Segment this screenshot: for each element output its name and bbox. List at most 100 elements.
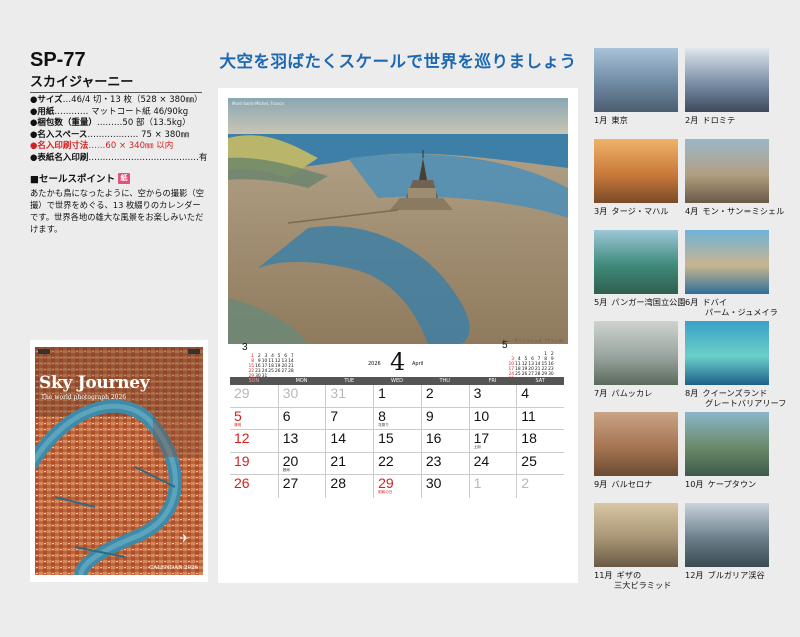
day-number: 21 (330, 452, 346, 469)
photo-credit: Mont-Saint-Michel, France (232, 101, 284, 106)
calendar-month: 4 (390, 348, 406, 376)
day-number: 9 (425, 407, 434, 424)
mont-saint-michel-image (228, 98, 568, 344)
day-number: 2 (521, 475, 530, 492)
thumbnail-month: 1月 東京 (594, 48, 678, 125)
thumbnail-month: 8月 クイーンズランド グレートバリアリーフ (685, 321, 786, 408)
calendar-month-english: April (412, 361, 424, 367)
calendar-day-cell: 12 (230, 430, 278, 452)
thumbnail-place: パンガー湾国立公園 (611, 297, 686, 307)
calendar-day-cell: 7 (325, 407, 373, 430)
thumbnail-place: モン・サン＝ミシェル (702, 206, 785, 216)
cover-logo-bar (35, 347, 203, 355)
calendar-week: 12 13 14 15 16 17 土用 18 (230, 430, 564, 453)
day-number: 7 (330, 407, 339, 424)
day-number: 16 (425, 430, 442, 447)
day-number: 1 (378, 385, 386, 401)
day-number: 29 (378, 475, 394, 492)
thumbnail-month-label: 2月 (685, 115, 699, 125)
thumbnail-month-label: 12月 (685, 570, 704, 580)
thumbnail-photo (685, 503, 769, 567)
thumbnail-month: 4月 モン・サン＝ミシェル (685, 139, 784, 216)
day-number: 1 (473, 475, 482, 492)
thumbnail-month-label: 5月 (594, 297, 608, 307)
day-note: 花祭り (378, 422, 389, 427)
calendar-day-cell: 10 (468, 407, 517, 430)
calendar-day-cell: 6 (277, 407, 326, 430)
photo-caption: モン・サン＝ミシェル（フランス） (502, 338, 566, 343)
thumbnail-place: ブルガリア渓谷 (707, 570, 765, 580)
thumbnail-place: ケープタウン (707, 479, 757, 489)
day-number: 30 (425, 475, 442, 492)
thumbnail-month: 2月 ドロミテ (685, 48, 769, 125)
thumbnail-caption: 12月 ブルガリア渓谷 (685, 570, 769, 580)
calendar-day-cell: 3 (468, 385, 517, 407)
day-number: 29 (234, 385, 250, 401)
thumbnail-photo (685, 139, 769, 203)
day-number: 12 (234, 430, 250, 447)
thumbnail-month: 5月 パンガー湾国立公園 (594, 230, 686, 307)
day-number: 26 (234, 475, 250, 492)
day-number: 25 (521, 452, 537, 469)
thumbnail-place-line2: パーム・ジュメイラ (705, 307, 778, 317)
calendar-day-cell: 30 (277, 385, 326, 407)
thumbnail-caption: 5月 パンガー湾国立公園 (594, 297, 686, 307)
calendar-week: 19 20 穀雨 21 22 23 24 25 (230, 452, 564, 476)
paper-badge-icon: 紙 (117, 172, 130, 184)
thumbnail-place: ギザの (616, 570, 642, 580)
thumbnail-photo (594, 48, 678, 112)
calendar-day-cell: 5 清明 (230, 408, 278, 430)
calendar-day-cell: 25 (516, 452, 564, 475)
calendar-day-cell: 2 (420, 385, 469, 407)
day-number: 20 (282, 452, 299, 469)
day-number: 10 (473, 407, 490, 424)
calendar-day-cell: 14 (325, 430, 373, 452)
calendar-sheet: Mont-Saint-Michel, France モン・サン＝ミシェル（フラン… (218, 88, 578, 583)
day-note: 穀雨 (282, 467, 290, 472)
thumbnail-month-label: 10月 (685, 479, 704, 489)
day-number: 6 (282, 407, 291, 424)
thumbnail-photo (685, 48, 769, 112)
thumbnail-caption: 1月 東京 (594, 115, 678, 125)
thumbnail-month: 6月 ドバイ パーム・ジュメイラ (685, 230, 778, 317)
calendar-day-cell: 1 (468, 475, 517, 498)
thumbnail-month-label: 7月 (594, 388, 608, 398)
thumbnail-month-label: 6月 (685, 297, 699, 307)
day-number: 14 (330, 430, 346, 447)
thumbnail-photo (594, 321, 678, 385)
cover-title: Sky Journey (39, 373, 150, 393)
thumbnail-caption: 4月 モン・サン＝ミシェル (685, 206, 784, 216)
calendar-day-cell: 2 (516, 475, 564, 498)
calendar-day-cell: 29 昭和の日 (373, 475, 421, 498)
calendar-day-cell: 21 (325, 452, 373, 475)
day-number: 28 (330, 475, 346, 492)
calendar-cover: Sky Journey The world photograph 2026 ✈ … (30, 340, 208, 582)
thumbnail-caption: 10月 ケープタウン (685, 479, 769, 489)
weekday-label: WED (391, 378, 403, 384)
day-number: 19 (234, 452, 250, 469)
calendar-day-cell: 17 土用 (468, 430, 517, 452)
day-number: 15 (378, 430, 394, 447)
day-number: 3 (473, 385, 482, 401)
calendar-week: 5 清明 6 7 8 花祭り 9 10 11 (230, 407, 564, 431)
weekday-label: THU (439, 378, 450, 384)
thumbnail-month: 10月 ケープタウン (685, 412, 769, 489)
calendar-day-cell: 18 (516, 430, 564, 452)
thumbnail-caption: 7月 パムッカレ (594, 388, 678, 398)
calendar-day-cell: 20 穀雨 (277, 452, 326, 475)
thumbnail-photo (594, 503, 678, 567)
calendar-week: 29 30 31 1 2 3 4 (230, 385, 564, 408)
product-code: SP-77 (30, 49, 86, 71)
day-number: 24 (473, 452, 490, 469)
day-note: 昭和の日 (378, 490, 393, 495)
calendar-day-cell: 31 (325, 385, 373, 407)
thumbnail-place: パムッカレ (611, 388, 653, 398)
bird-icon: ✈ (179, 532, 189, 545)
calendar-day-cell: 15 (373, 430, 421, 452)
thumbnail-photo (594, 412, 678, 476)
weekday-label: TUE (344, 378, 355, 384)
thumbnail-caption: 3月 タージ・マハル (594, 206, 678, 216)
spec-print-size: ●名入印刷寸法……60 × 340㎜ 以内 (30, 141, 174, 151)
thumbnail-place: ドロミテ (702, 115, 736, 125)
calendar-day-cell: 30 (420, 475, 469, 498)
